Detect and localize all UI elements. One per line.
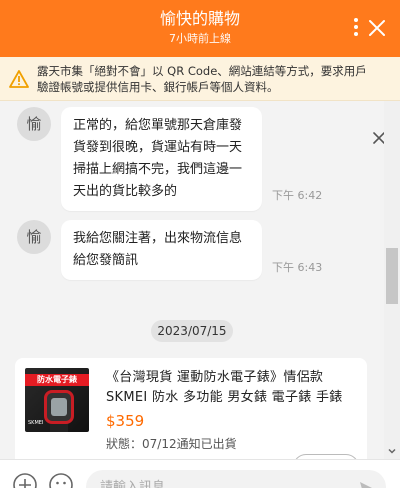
- message-list[interactable]: 愉 正常的，給您單號那天倉庫發貨發到很晚，貨運站有時一天掃描上網搞不完，我們這邊…: [0, 101, 384, 459]
- product-card[interactable]: 防水電子錶 SKMEI 《台灣現貨 運動防水電子錶》情侶款 SKMEI 防水 多…: [15, 358, 367, 459]
- product-image-brand: SKMEI: [28, 420, 44, 426]
- product-price: $359: [106, 412, 145, 430]
- add-attachment-icon[interactable]: [12, 472, 38, 488]
- chat-header: 愉快的購物 7小時前上線: [0, 0, 400, 57]
- seller-avatar: 愉: [17, 107, 51, 141]
- send-icon[interactable]: [358, 480, 376, 488]
- date-divider: 2023/07/15: [151, 320, 233, 342]
- scroll-down-arrow-icon[interactable]: [386, 445, 398, 457]
- message-time: 下午 6:43: [272, 261, 323, 274]
- message-input[interactable]: [86, 470, 386, 488]
- product-name[interactable]: 《台灣現貨 運動防水電子錶》情侶款 SKMEI 防水 多功能 男女錶 電子錶 手…: [106, 368, 362, 408]
- message-bubble: 我給您關注著，出來物流信息給您發簡訊: [61, 220, 262, 280]
- more-options-icon[interactable]: [348, 16, 364, 40]
- message-bubble: 正常的，給您單號那天倉庫發貨發到很晚，貨運站有時一天掃描上網搞不完，我們這邊一天…: [61, 107, 262, 211]
- warning-icon: [9, 70, 29, 88]
- seller-avatar: 愉: [17, 220, 51, 254]
- message-composer: [0, 459, 400, 488]
- seller-online-status: 7小時前上線: [169, 32, 231, 45]
- product-image[interactable]: 防水電子錶 SKMEI: [25, 368, 89, 432]
- message-time: 下午 6:42: [272, 189, 323, 202]
- message-text: 正常的，給您單號那天倉庫發貨發到很晚，貨運站有時一天掃描上網搞不完，我們這邊一天…: [73, 118, 243, 199]
- product-image-banner: 防水電子錶: [25, 374, 89, 386]
- order-status: 狀態：07/12通知已出貨: [106, 437, 237, 451]
- watch-illustration: [44, 390, 74, 424]
- security-warning-banner: 露天市集「絕對不會」以 QR Code、網站連結等方式，要求用戶驗證帳號或提供信…: [0, 57, 400, 144]
- emoji-icon[interactable]: [48, 472, 74, 488]
- scrollbar-thumb[interactable]: [386, 248, 398, 304]
- chat-title: 愉快的購物: [159, 9, 240, 28]
- chat-scrollbar[interactable]: [384, 101, 400, 459]
- warning-text: 露天市集「絕對不會」以 QR Code、網站連結等方式，要求用戶驗證帳號或提供信…: [37, 64, 367, 94]
- close-icon[interactable]: [366, 17, 388, 39]
- message-text: 我給您關注著，出來物流信息給您發簡訊: [73, 231, 243, 268]
